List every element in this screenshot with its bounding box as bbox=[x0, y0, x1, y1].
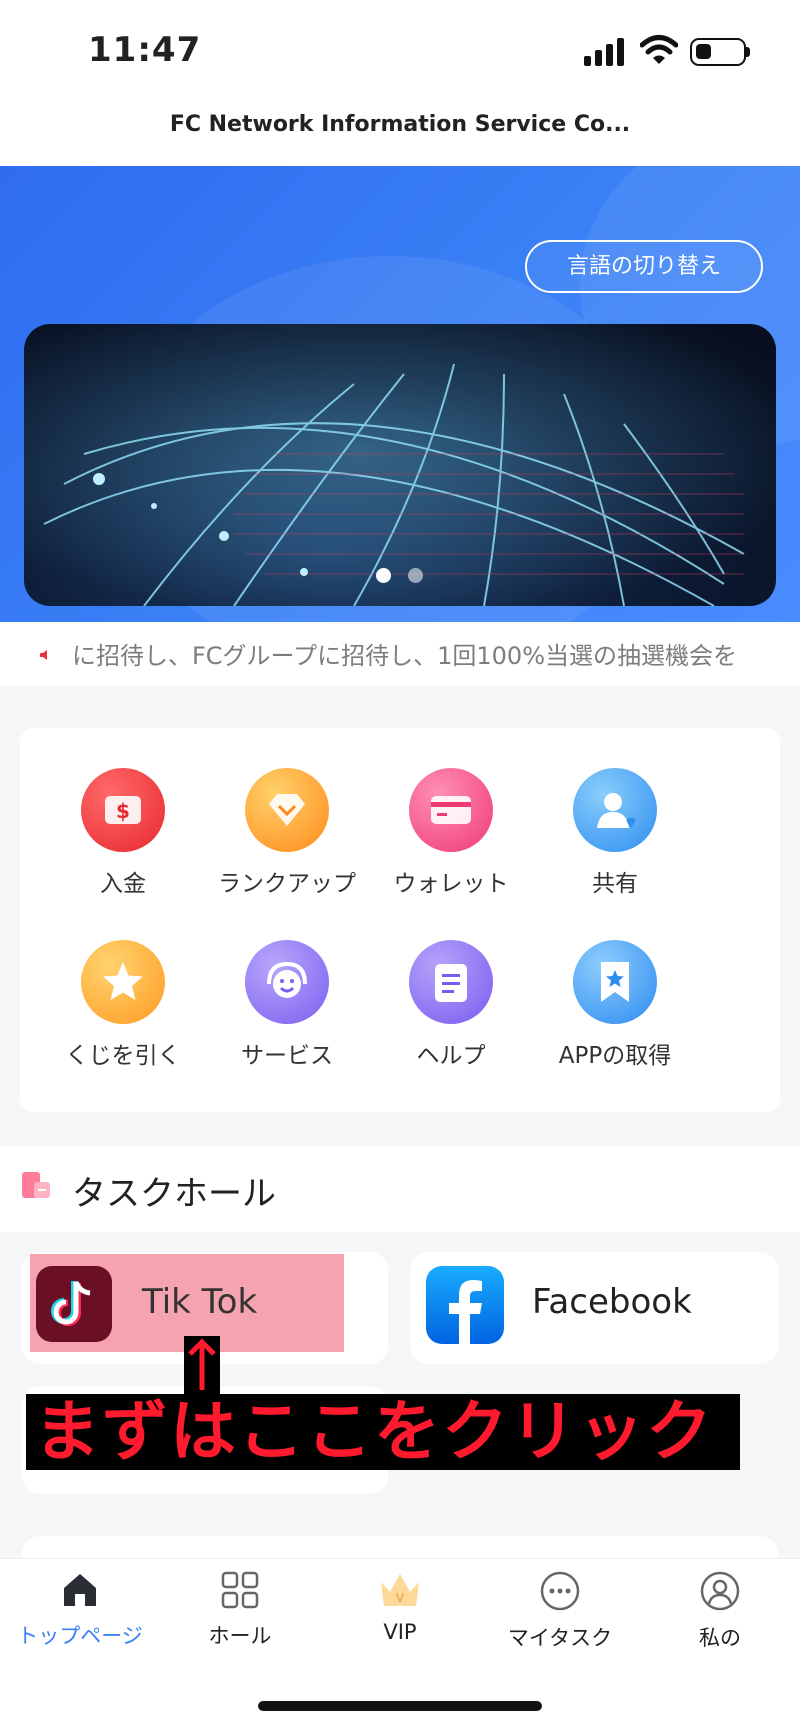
globe-network-image bbox=[24, 324, 776, 606]
wallet-icon bbox=[409, 768, 493, 852]
tab-label: マイタスク bbox=[507, 1626, 613, 1650]
menu-item-label: くじを引く bbox=[65, 1043, 181, 1069]
menu-item-rank-up[interactable]: ランクアップ bbox=[207, 768, 367, 898]
crown-icon: V bbox=[381, 1574, 419, 1606]
grid-icon bbox=[221, 1571, 259, 1609]
tab-label: VIP bbox=[383, 1620, 417, 1644]
task-hall-icon bbox=[22, 1172, 50, 1198]
menu-item-get-app[interactable]: APPの取得 bbox=[535, 940, 695, 1070]
svg-text:$: $ bbox=[116, 799, 130, 823]
rank-up-icon bbox=[245, 768, 329, 852]
home-icon bbox=[64, 1574, 96, 1606]
task-hall-title: タスクホール bbox=[72, 1174, 276, 1214]
wifi-icon bbox=[640, 35, 678, 64]
announcement-text: に招待し、FCグループに招待し、1回100%当選の抽選機会を bbox=[72, 642, 738, 670]
status-time: 11:47 bbox=[88, 30, 202, 70]
menu-item-help[interactable]: ヘルプ bbox=[371, 940, 531, 1070]
menu-item-label: APPの取得 bbox=[558, 1043, 672, 1069]
more-icon bbox=[540, 1571, 580, 1611]
help-icon bbox=[409, 940, 493, 1024]
speaker-icon bbox=[40, 650, 47, 660]
menu-item-label: ウォレット bbox=[393, 871, 509, 897]
profile-icon bbox=[700, 1571, 740, 1611]
tab-vip[interactable]: V VIP bbox=[320, 1570, 480, 1644]
menu-item-share[interactable]: 共有 bbox=[535, 768, 695, 898]
menu-item-label: ヘルプ bbox=[416, 1043, 486, 1069]
battery-icon bbox=[690, 38, 746, 66]
menu-item-label: サービス bbox=[241, 1043, 333, 1069]
carousel-banner[interactable] bbox=[24, 324, 776, 606]
home-indicator bbox=[258, 1701, 542, 1711]
lottery-icon bbox=[81, 940, 165, 1024]
arrow-up-icon bbox=[184, 1336, 220, 1396]
task-label-tiktok: Tik Tok bbox=[142, 1282, 258, 1322]
service-icon bbox=[245, 940, 329, 1024]
tab-label: ホール bbox=[208, 1624, 272, 1648]
facebook-icon bbox=[426, 1266, 504, 1344]
deposit-icon: $ bbox=[81, 768, 165, 852]
menu-item-lottery[interactable]: くじを引く bbox=[43, 940, 203, 1070]
tab-mine[interactable]: 私の bbox=[640, 1570, 800, 1652]
carousel-dot[interactable] bbox=[408, 568, 423, 583]
page-title: FC Network Information Service Co... bbox=[169, 112, 631, 137]
menu-item-wallet[interactable]: ウォレット bbox=[371, 768, 531, 898]
tab-hall[interactable]: ホール bbox=[160, 1570, 320, 1650]
cellular-signal-icon bbox=[584, 38, 624, 66]
battery-tip bbox=[746, 47, 750, 57]
task-label-facebook: Facebook bbox=[532, 1282, 692, 1322]
menu-item-service[interactable]: サービス bbox=[207, 940, 367, 1070]
annotation-text: まずはここをクリック bbox=[34, 1393, 714, 1470]
get-app-icon bbox=[573, 940, 657, 1024]
tab-label: 私の bbox=[699, 1626, 741, 1650]
menu-item-deposit[interactable]: $ 入金 bbox=[43, 768, 203, 898]
tab-my-tasks[interactable]: マイタスク bbox=[480, 1570, 640, 1652]
tiktok-icon bbox=[36, 1266, 112, 1342]
tab-top-page[interactable]: トップページ bbox=[0, 1570, 160, 1650]
carousel-dot-active[interactable] bbox=[376, 568, 391, 583]
share-icon bbox=[573, 768, 657, 852]
menu-item-label: 共有 bbox=[592, 871, 638, 897]
tab-label: トップページ bbox=[17, 1624, 143, 1648]
svg-text:V: V bbox=[396, 1591, 405, 1605]
menu-item-label: ランクアップ bbox=[218, 871, 356, 897]
language-switch-button[interactable]: 言語の切り替え bbox=[525, 240, 763, 293]
menu-item-label: 入金 bbox=[100, 871, 146, 897]
